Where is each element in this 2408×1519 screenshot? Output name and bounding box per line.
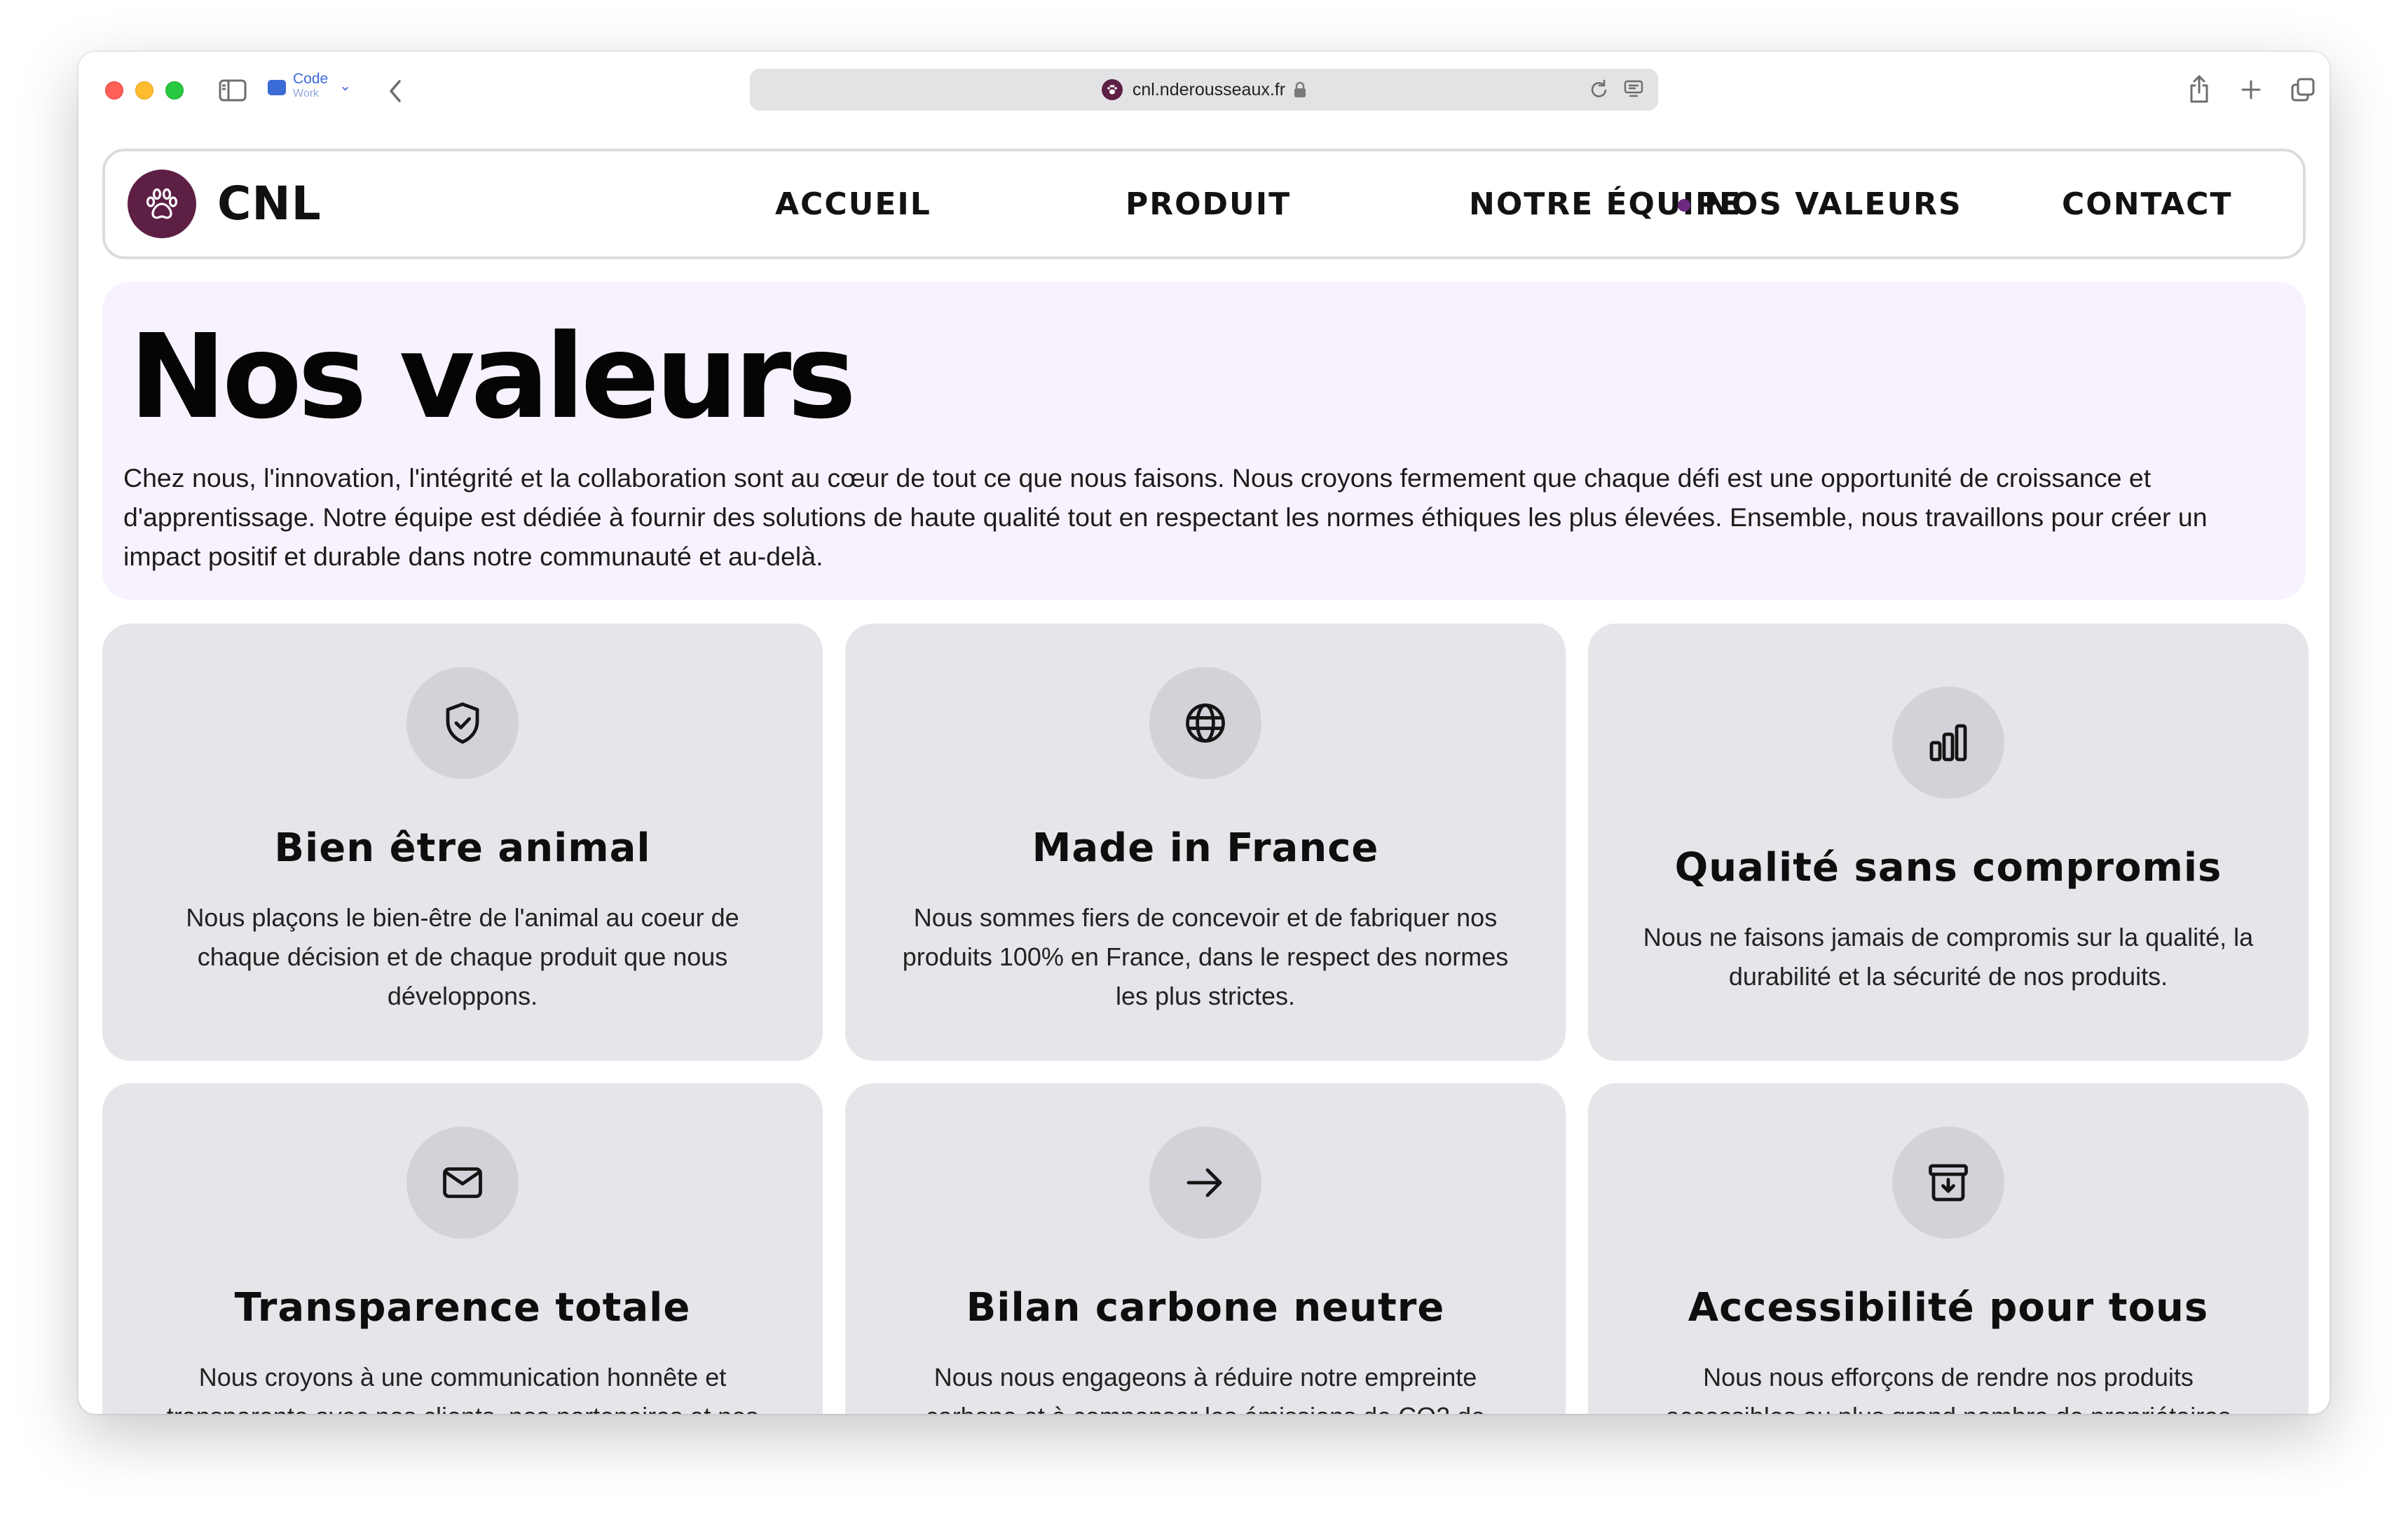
value-title: Bien être animal <box>274 825 651 871</box>
value-title: Bilan carbone neutre <box>966 1285 1445 1331</box>
value-title: Made in France <box>1032 825 1379 871</box>
tab-group-profile: Work <box>293 88 320 99</box>
value-title: Qualité sans compromis <box>1674 845 2222 891</box>
plus-icon[interactable] <box>2236 74 2266 105</box>
zoom-window-button[interactable] <box>165 81 184 99</box>
value-description: Nous nous efforçons de rendre nos produi… <box>1666 1363 2231 1414</box>
value-description: Nous croyons à une communication honnête… <box>167 1363 759 1414</box>
tab-group-icon <box>268 80 286 95</box>
value-title: Transparence totale <box>234 1285 691 1331</box>
value-description: Nous sommes fiers de concevoir et de fab… <box>902 903 1509 1010</box>
nav-produit[interactable]: PRODUIT <box>1126 185 1291 224</box>
value-title: Accessibilité pour tous <box>1688 1285 2209 1331</box>
site-favicon <box>1101 79 1123 100</box>
value-description: Nous plaçons le bien-être de l'animal au… <box>186 903 739 1010</box>
value-card: Transparence totale Nous croyons à une c… <box>102 1083 823 1414</box>
tabs-icon[interactable] <box>2287 74 2318 105</box>
nav-accueil[interactable]: ACCUEIL <box>775 185 931 224</box>
nav-nos-valeurs[interactable]: NOS VALEURS <box>1704 185 1962 224</box>
value-card: Qualité sans compromis Nous ne faisons j… <box>1588 624 2308 1061</box>
sidebar-icon[interactable] <box>216 77 249 104</box>
value-description: Nous ne faisons jamais de compromis sur … <box>1643 923 2254 991</box>
globe-icon <box>1149 667 1261 779</box>
brand-name[interactable]: CNL <box>217 177 322 231</box>
value-card: Bilan carbone neutre Nous nous engageons… <box>845 1083 1566 1414</box>
arrow-right-icon <box>1149 1127 1261 1239</box>
archive-icon <box>1892 1127 2004 1239</box>
nav-contact[interactable]: CONTACT <box>2062 185 2232 224</box>
bar-chart-icon <box>1892 687 2004 799</box>
window-controls <box>105 81 184 99</box>
value-card: Accessibilité pour tous Nous nous efforç… <box>1588 1083 2308 1414</box>
hero-section: Nos valeurs Chez nous, l'innovation, l'i… <box>102 282 2306 600</box>
tab-group-selector[interactable]: Code Work ⌄ <box>268 71 351 99</box>
share-icon[interactable] <box>2184 71 2215 106</box>
reload-icon[interactable] <box>1589 78 1609 103</box>
reader-icon[interactable] <box>1623 78 1644 103</box>
site-navbar: CNL ACCUEIL PRODUIT NOTRE ÉQUIPE NOS VAL… <box>102 149 2306 259</box>
value-description: Nous nous engageons à réduire notre empr… <box>926 1363 1485 1414</box>
url-text: cnl.nderousseaux.fr <box>1132 79 1286 99</box>
address-bar[interactable]: cnl.nderousseaux.fr <box>750 69 1658 111</box>
tab-group-name: Code <box>293 71 329 87</box>
hero-description: Chez nous, l'innovation, l'intégrité et … <box>123 463 2208 571</box>
page-title: Nos valeurs <box>129 310 856 445</box>
mail-icon <box>406 1127 519 1239</box>
value-card: Made in France Nous sommes fiers de conc… <box>845 624 1566 1061</box>
chevron-down-icon: ⌄ <box>339 78 351 94</box>
shield-check-icon <box>406 667 519 779</box>
paw-icon[interactable] <box>128 170 196 238</box>
nav-notre-equipe[interactable]: NOTRE ÉQUIPE <box>1469 185 1742 224</box>
chevron-left-icon[interactable] <box>381 76 409 106</box>
browser-window: Code Work ⌄ cnl.nderousseaux.fr CNL ACCU… <box>78 52 2330 1414</box>
minimize-window-button[interactable] <box>135 81 153 99</box>
lock-icon <box>1294 81 1306 98</box>
close-window-button[interactable] <box>105 81 123 99</box>
value-card: Bien être animal Nous plaçons le bien-êt… <box>102 624 823 1061</box>
active-nav-indicator <box>1678 199 1690 212</box>
